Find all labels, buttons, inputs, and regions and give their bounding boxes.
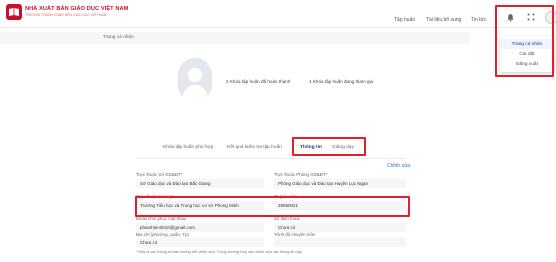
user-dropdown-menu: Trang cá nhân Cài đặt Đăng xuất <box>500 36 554 72</box>
breadcrumb-current: Trang cá nhân <box>103 35 134 40</box>
field-label: ID giáo viên <box>274 194 298 199</box>
tab-information[interactable]: Thông tin <box>300 145 322 150</box>
profile-avatar[interactable] <box>178 58 212 102</box>
tab-divider <box>136 158 406 159</box>
brand-name: NHÀ XUẤT BẢN GIÁO DỤC VIỆT NAM <box>25 5 129 12</box>
user-avatar-icon[interactable] <box>545 11 556 24</box>
field-label: Số điện thoại <box>274 216 300 221</box>
address-field[interactable]: Chưa có <box>136 238 264 247</box>
bell-icon[interactable] <box>505 13 515 23</box>
field-label: Email khôi phục mật khẩu <box>136 216 187 221</box>
menu-item-logout[interactable]: Đăng xuất <box>500 59 554 69</box>
district-office-field[interactable]: Phòng Giáo dục và Đào tạo Huyện Lục Ngạn <box>274 179 406 188</box>
field-label: Trực thuộc Phòng GD&ĐT* <box>274 172 328 177</box>
brand-slogan: TRƯỜNG THÀNH CÙNG NỀN GIÁO DỤC VIỆT NAM <box>25 13 107 18</box>
edit-button[interactable]: Chỉnh sửa <box>387 163 410 169</box>
field-label: Trực thuộc Sở GD&ĐT* <box>136 172 183 177</box>
field-label: Địa chỉ (phường, quận, Tp) <box>136 232 189 237</box>
tab-teaching[interactable]: Giảng dạy <box>332 145 354 150</box>
brand-logo[interactable]: NHÀ XUẤT BẢN GIÁO DỤC VIỆT NAM TRƯỜNG TH… <box>6 4 128 20</box>
department-field[interactable]: Sở Giáo dục và Đào tạo Bắc Giang <box>136 179 264 188</box>
ongoing-courses-stat: 1 Khóa tập huấn đang tham gia <box>309 79 374 84</box>
phone-field[interactable]: Chưa có <box>274 223 406 232</box>
tab-test-results[interactable]: Kết quả kiểm tra tập huấn <box>227 145 282 150</box>
school-field[interactable]: Trường Tiểu học và Trung học cơ sở Phong… <box>136 201 264 210</box>
completed-courses-stat: 2 Khóa tập huấn đã hoàn thành <box>226 79 291 84</box>
field-label: Trực thuộc trường* <box>136 194 174 199</box>
menu-item-settings[interactable]: Cài đặt <box>500 49 554 59</box>
nav-news[interactable]: Tin tức <box>471 17 490 23</box>
nav-training[interactable]: Tập huấn <box>394 17 415 23</box>
recovery-email-field[interactable]: phamhien2010@gmail.com <box>136 223 264 232</box>
breadcrumb: Trang cá nhân <box>0 32 470 44</box>
menu-item-profile[interactable]: Trang cá nhân <box>500 39 554 49</box>
book-logo-icon <box>6 4 22 20</box>
top-header: NHÀ XUẤT BẢN GIÁO DỤC VIỆT NAM TRƯỜNG TH… <box>0 0 556 28</box>
active-tab-indicator <box>300 154 324 156</box>
field-label: Trình độ chuyên môn <box>274 232 316 237</box>
apps-grid-icon[interactable] <box>526 13 536 23</box>
nav-documents[interactable]: Tài liệu bổ sung <box>426 17 461 23</box>
qualification-field[interactable] <box>274 238 406 247</box>
teacher-id-field[interactable]: 29050021 <box>274 201 406 210</box>
form-note: * Đây là các thông tin bạn không thể chỉ… <box>136 250 303 254</box>
tab-suitable-courses[interactable]: Khóa tập huấn phù hợp <box>163 145 213 150</box>
